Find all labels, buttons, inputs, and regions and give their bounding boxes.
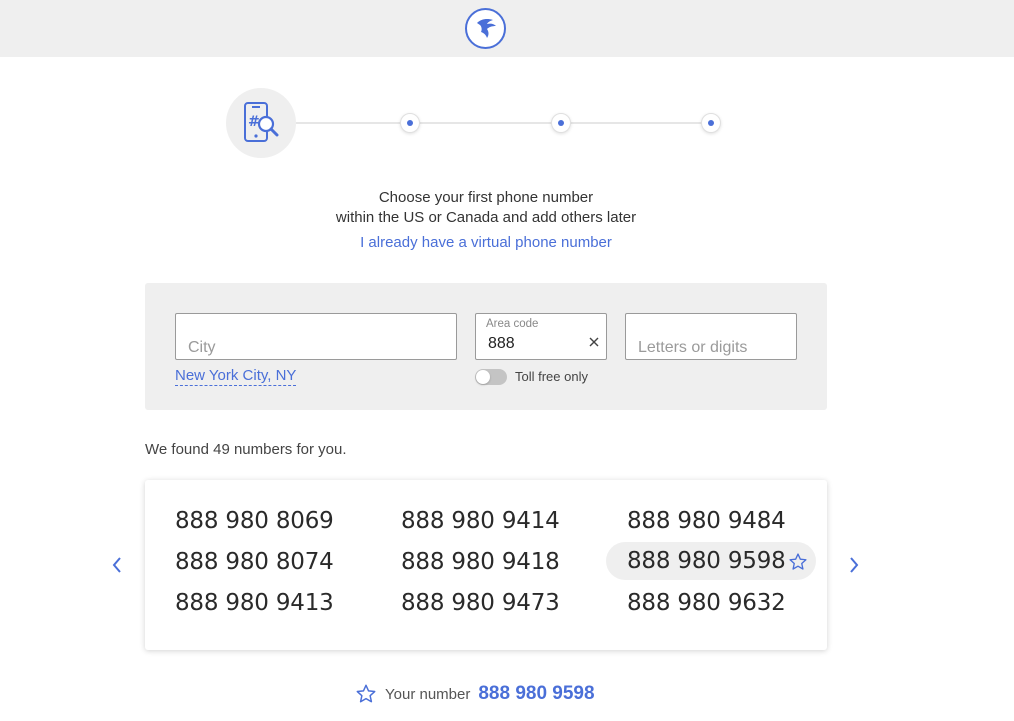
top-bar [0,0,1014,57]
phone-number-option[interactable]: 888 980 9418 [371,543,560,581]
numbers-card: 888 980 8069 888 980 9414 888 980 9484 8… [145,480,827,650]
star-icon[interactable] [788,552,808,572]
city-field-box [175,313,457,360]
selected-number-text: 888 980 9598 [627,548,786,574]
phone-number-option-selected[interactable]: 888 980 9598 [606,542,816,580]
progress-stepper: # [226,88,726,160]
city-suggestion-link[interactable]: New York City, NY [175,367,297,386]
bird-logo-icon[interactable] [465,8,506,49]
area-code-field-box: Area code [475,313,607,360]
phone-search-icon: # [244,102,279,142]
phone-number-option[interactable]: 888 980 9473 [371,584,560,622]
results-count-text: We found 49 numbers for you. [145,441,347,458]
phone-number-option[interactable]: 888 980 8069 [145,502,334,540]
page-headline: Choose your first phone number within th… [0,188,972,228]
toll-free-toggle[interactable] [475,369,507,385]
stepper-line [294,122,714,124]
city-input[interactable] [186,338,446,358]
your-number-value: 888 980 9598 [478,683,595,704]
step-1-active: # [226,88,296,158]
step-2-dot [400,113,420,133]
search-panel: Area code New York City, NY Toll free on… [145,283,827,410]
already-have-number-link[interactable]: I already have a virtual phone number [0,234,972,251]
toll-free-label: Toll free only [515,369,588,384]
chevron-left-icon[interactable] [103,551,131,579]
phone-number-option[interactable]: 888 980 9632 [597,584,786,622]
phone-number-option[interactable]: 888 980 9414 [371,502,560,540]
chevron-right-icon[interactable] [840,551,868,579]
phone-number-option[interactable]: 888 980 9413 [145,584,334,622]
phone-number-option[interactable]: 888 980 9484 [597,502,786,540]
phone-number-option[interactable]: 888 980 8074 [145,543,334,581]
star-icon [356,684,376,703]
close-icon[interactable] [588,336,600,348]
letters-field-box [625,313,797,360]
headline-line-1: Choose your first phone number [378,189,594,206]
your-number-label: Your number [385,685,471,703]
area-code-label: Area code [486,318,539,330]
step-3-dot [551,113,571,133]
area-code-input[interactable] [486,334,576,354]
step-4-dot [701,113,721,133]
svg-text:#: # [248,114,260,130]
letters-or-digits-input[interactable] [636,338,786,358]
your-number-summary: Your number 888 980 9598 [355,681,595,707]
headline-line-2: within the US or Canada and add others l… [335,209,637,226]
